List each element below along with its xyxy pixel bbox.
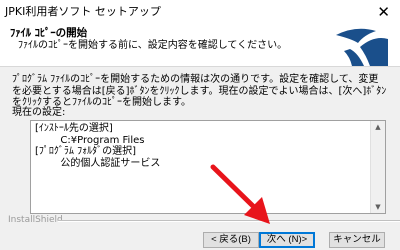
settings-line-folder-header: [ﾌﾟﾛｸﾞﾗﾑ ﾌｫﾙﾀﾞの選択] [35,146,136,157]
cancel-button[interactable]: キャンセル [329,232,385,248]
settings-line-destination-header: [ｲﾝｽﾄｰﾙ先の選択] [35,123,113,134]
description-text: ﾌﾟﾛｸﾞﾗﾑ ﾌｧｲﾙのｺﾋﾟｰを開始するための情報は次の通りです。設定を確認… [12,74,387,108]
footer-divider [58,220,400,222]
back-button[interactable]: < 戻る(B) [203,232,259,248]
settings-list: [ｲﾝｽﾄｰﾙ先の選択] C:¥Program Files [ﾌﾟﾛｸﾞﾗﾑ ﾌ… [31,121,385,171]
settings-line-destination-path: C:¥Program Files [35,134,145,146]
window-title: JPKI利用者ソフト セットアップ [5,5,161,18]
current-settings-box[interactable]: [ｲﾝｽﾄｰﾙ先の選択] C:¥Program Files [ﾌﾟﾛｸﾞﾗﾑ ﾌ… [30,120,386,214]
wizard-header: ﾌｧｲﾙ ｺﾋﾟｰの開始 ﾌｧｲﾙのｺﾋﾟｰを開始する前に、設定内容を確認してく… [0,25,400,67]
current-settings-label: 現在の設定: [12,107,66,118]
title-bar: JPKI利用者ソフト セットアップ ✕ [0,0,400,25]
installshield-brand: InstallShield [8,215,63,225]
settings-scrollbar[interactable]: ▲ ▼ [370,121,385,213]
page-subtitle: ﾌｧｲﾙのｺﾋﾟｰを開始する前に、設定内容を確認してください。 [18,40,288,51]
scroll-down-arrow-icon[interactable]: ▼ [371,201,385,213]
close-icon[interactable]: ✕ [377,3,390,21]
scroll-up-arrow-icon[interactable]: ▲ [371,121,385,133]
settings-line-folder-name: 公的個人認証サービス [35,157,161,169]
wizard-body: ﾌﾟﾛｸﾞﾗﾑ ﾌｧｲﾙのｺﾋﾟｰを開始するための情報は次の通りです。設定を確認… [0,67,400,215]
next-button[interactable]: 次へ (N)> [259,232,315,248]
wizard-footer: InstallShield < 戻る(B) 次へ (N)> キャンセル [0,215,400,250]
page-title: ﾌｧｲﾙ ｺﾋﾟｰの開始 [10,27,88,39]
installshield-logo-icon [336,28,388,66]
